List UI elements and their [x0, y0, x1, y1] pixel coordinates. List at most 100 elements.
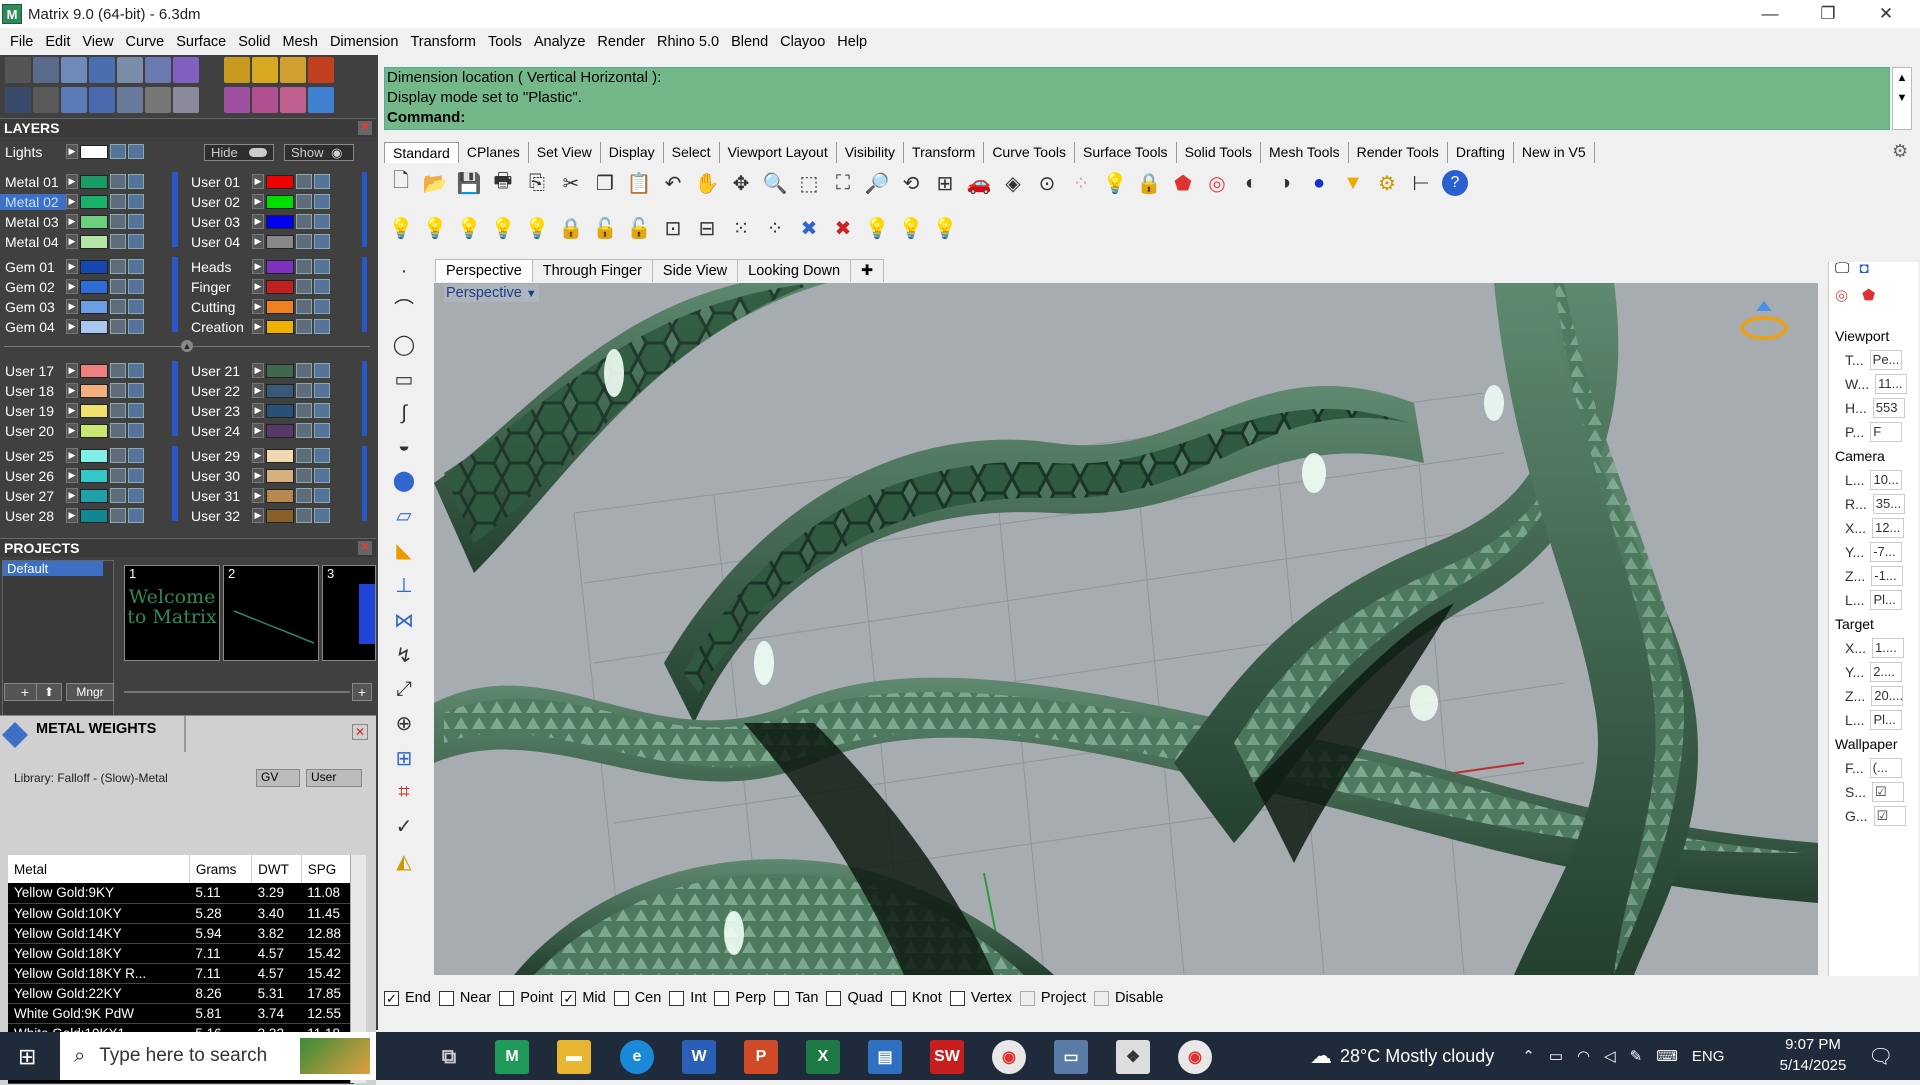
lock-icon[interactable] [110, 423, 126, 438]
lock-icon[interactable] [110, 174, 126, 189]
search-icon[interactable] [33, 57, 59, 83]
expand-icon[interactable]: ▶ [66, 403, 78, 418]
layer-color-swatch[interactable] [80, 488, 108, 503]
menu-analyze[interactable]: Analyze [528, 34, 592, 50]
layer-name[interactable]: User 30 [186, 468, 252, 484]
menu-blend[interactable]: Blend [725, 34, 774, 50]
layer-color-swatch[interactable] [266, 319, 294, 334]
layer-color-swatch[interactable] [266, 234, 294, 249]
notification-icon[interactable]: 🗨 [1868, 1044, 1893, 1069]
property-value[interactable]: 1.... [1872, 638, 1905, 658]
checkbox-icon[interactable] [949, 990, 965, 1006]
menu-solid[interactable]: Solid [232, 34, 276, 50]
expand-icon[interactable]: ▶ [66, 234, 78, 249]
lock-icon[interactable] [296, 383, 312, 398]
layer-name[interactable]: User 24 [186, 423, 252, 439]
lock-icon[interactable] [296, 234, 312, 249]
menu-edit[interactable]: Edit [39, 34, 76, 50]
visibility-icon[interactable] [128, 403, 144, 418]
bulb-icon[interactable]: 💡 [388, 215, 414, 241]
osnap-vertex[interactable]: Vertex [949, 990, 1012, 1006]
curve-icon[interactable]: ∫ [401, 402, 406, 425]
menu-tools[interactable]: Tools [482, 34, 528, 50]
checkbox-icon[interactable] [1019, 990, 1035, 1006]
tab-surface-tools[interactable]: Surface Tools [1075, 142, 1177, 163]
osnap-quad[interactable]: Quad [826, 990, 883, 1006]
ring-icon[interactable] [224, 87, 250, 113]
layer-name[interactable]: User 03 [186, 214, 252, 230]
scale-icon[interactable]: ⤢ [396, 678, 412, 701]
rhino-icon[interactable]: ❖ [1116, 1040, 1150, 1074]
upload-project-button[interactable]: ⬆ [36, 683, 62, 701]
lock-icon[interactable] [110, 363, 126, 378]
viewport-tab-perspective[interactable]: Perspective [435, 259, 533, 282]
chevron-up-icon[interactable]: ⌃ [1522, 1047, 1535, 1065]
lock-icon[interactable] [110, 319, 126, 334]
checkbox-icon[interactable] [499, 990, 515, 1006]
layer-name[interactable]: Gem 04 [0, 319, 66, 335]
layer-color-swatch[interactable] [266, 383, 294, 398]
layer-row[interactable]: User 20 ▶ [0, 421, 144, 440]
layer-name[interactable]: Gem 02 [0, 279, 66, 295]
layer-name[interactable]: Gem 03 [0, 299, 66, 315]
menu-mesh[interactable]: Mesh [276, 34, 323, 50]
lock-icon[interactable] [296, 279, 312, 294]
osnap-near[interactable]: Near [438, 990, 491, 1006]
layer-row[interactable]: User 18 ▶ [0, 381, 144, 400]
save-icon[interactable]: 💾 [456, 170, 482, 196]
layer-row[interactable]: Metal 03 ▶ [0, 212, 144, 231]
checkbox-icon[interactable] [774, 990, 790, 1006]
task-view-icon[interactable]: ⧉ [432, 1040, 466, 1074]
checkbox-icon[interactable] [438, 990, 454, 1006]
column-header-spg[interactable]: SPG [301, 855, 355, 883]
visibility-icon[interactable] [314, 259, 330, 274]
lock-icon[interactable] [110, 403, 126, 418]
column-header-dwt[interactable]: DWT [251, 855, 302, 883]
layer-row[interactable]: User 29 ▶ [186, 446, 330, 465]
visibility-icon[interactable] [128, 144, 144, 159]
lock-icon[interactable] [110, 299, 126, 314]
visibility-icon[interactable] [128, 214, 144, 229]
gem-icon[interactable] [173, 57, 199, 83]
layer-color-swatch[interactable] [80, 448, 108, 463]
color-wheel-icon[interactable]: ◎ [1204, 170, 1230, 196]
layer-name[interactable]: User 21 [186, 363, 252, 379]
tab-set-view[interactable]: Set View [529, 142, 601, 163]
lock-icon[interactable] [296, 319, 312, 334]
layer-name[interactable]: User 23 [186, 403, 252, 419]
cube-icon[interactable] [61, 87, 87, 113]
monitor-app-icon[interactable]: ▭ [1054, 1040, 1088, 1074]
visibility-icon[interactable] [314, 468, 330, 483]
grid-icon[interactable] [5, 87, 31, 113]
manager-button[interactable]: Mngr [66, 683, 114, 701]
lock-icon[interactable] [296, 423, 312, 438]
osnap-disable[interactable]: Disable [1094, 990, 1163, 1006]
expand-icon[interactable]: ▶ [252, 174, 264, 189]
rotate-view-icon[interactable]: ⟲ [898, 170, 924, 196]
visibility-icon[interactable] [128, 423, 144, 438]
layer-row[interactable]: User 28 ▶ [0, 506, 144, 525]
bulb-group-icon[interactable]: 💡 [864, 215, 890, 241]
checkbox-icon[interactable] [613, 990, 629, 1006]
zoom-in-button[interactable]: + [352, 683, 372, 701]
layer-row[interactable]: User 19 ▶ [0, 401, 144, 420]
layer-name[interactable]: Gem 01 [0, 259, 66, 275]
keyboard-icon[interactable]: ⌨ [1656, 1047, 1678, 1065]
checkbox-icon[interactable]: ✓ [384, 990, 399, 1006]
move-view-icon[interactable]: ✥ [728, 170, 754, 196]
expand-icon[interactable]: ▶ [66, 468, 78, 483]
lock-icon[interactable] [296, 259, 312, 274]
layer-color-swatch[interactable] [266, 423, 294, 438]
layer-row[interactable]: Metal 04 ▶ [0, 232, 144, 251]
save-icon[interactable] [117, 57, 143, 83]
expand-icon[interactable]: ▶ [252, 508, 264, 523]
lock-swap-icon[interactable]: ⊟ [694, 215, 720, 241]
layer-name[interactable]: User 26 [0, 468, 66, 484]
app-icon[interactable]: ▤ [868, 1040, 902, 1074]
lock-icon[interactable] [110, 279, 126, 294]
layer-color-swatch[interactable] [80, 234, 108, 249]
visibility-icon[interactable] [314, 214, 330, 229]
taskbar-search[interactable]: ⌕ Type here to search [60, 1032, 376, 1080]
copy-icon[interactable]: ❐ [592, 170, 618, 196]
layer-name[interactable]: Cutting [186, 299, 252, 315]
